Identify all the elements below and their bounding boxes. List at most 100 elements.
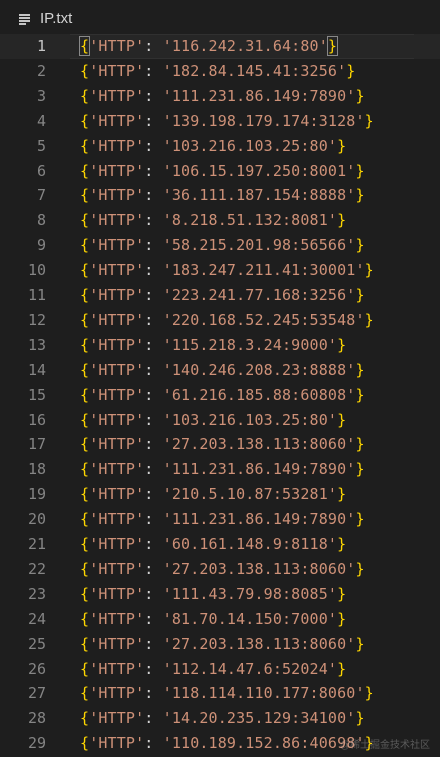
code-line[interactable]: 6 {'HTTP': '106.15.197.250:8001'}	[0, 159, 440, 184]
code-text: {'HTTP': '61.216.185.88:60808'}	[80, 383, 365, 408]
dict-key: 'HTTP'	[89, 609, 145, 628]
dict-value: '112.14.47.6:52024'	[162, 659, 338, 678]
code-line[interactable]: 21 {'HTTP': '60.161.148.9:8118'}	[0, 532, 440, 557]
open-brace: {	[80, 609, 90, 628]
dict-value: '182.84.145.41:3256'	[162, 61, 347, 80]
code-text: {'HTTP': '81.70.14.150:7000'}	[80, 607, 346, 632]
dict-key: 'HTTP'	[89, 460, 145, 479]
code-line[interactable]: 3 {'HTTP': '111.231.86.149:7890'}	[0, 84, 440, 109]
line-number: 18	[27, 460, 46, 479]
dict-key: 'HTTP'	[89, 485, 145, 504]
dict-key: 'HTTP'	[89, 310, 145, 329]
colon: :	[144, 111, 163, 130]
dict-key: 'HTTP'	[89, 211, 145, 230]
dict-value: '103.216.103.25:80'	[162, 410, 338, 429]
line-number: 15	[27, 385, 46, 404]
line-number: 3	[36, 86, 46, 105]
code-line[interactable]: 1 {'HTTP': '116.242.31.64:80'}	[0, 34, 440, 59]
open-brace: {	[80, 584, 90, 603]
close-brace: }	[355, 435, 365, 454]
code-line[interactable]: 15 {'HTTP': '61.216.185.88:60808'}	[0, 383, 440, 408]
dict-key: 'HTTP'	[89, 584, 145, 603]
code-text: {'HTTP': '112.14.47.6:52024'}	[80, 657, 346, 682]
open-brace: {	[80, 510, 90, 529]
code-line[interactable]: 26 {'HTTP': '112.14.47.6:52024'}	[0, 657, 440, 682]
open-brace: {	[80, 435, 90, 454]
dict-key: 'HTTP'	[89, 335, 145, 354]
dict-key: 'HTTP'	[89, 161, 145, 180]
code-line[interactable]: 18 {'HTTP': '111.231.86.149:7890'}	[0, 457, 440, 482]
code-line[interactable]: 24 {'HTTP': '81.70.14.150:7000'}	[0, 607, 440, 632]
close-brace: }	[355, 709, 365, 728]
code-line[interactable]: 2 {'HTTP': '182.84.145.41:3256'}	[0, 59, 440, 84]
dict-value: '111.231.86.149:7890'	[162, 460, 356, 479]
code-text: {'HTTP': '27.203.138.113:8060'}	[80, 432, 365, 457]
code-line[interactable]: 10 {'HTTP': '183.247.211.41:30001'}	[0, 258, 440, 283]
dict-key: 'HTTP'	[89, 136, 145, 155]
dict-key: 'HTTP'	[89, 111, 145, 130]
dict-value: '81.70.14.150:7000'	[162, 609, 338, 628]
colon: :	[144, 584, 163, 603]
code-line[interactable]: 25 {'HTTP': '27.203.138.113:8060'}	[0, 632, 440, 657]
code-line[interactable]: 17 {'HTTP': '27.203.138.113:8060'}	[0, 432, 440, 457]
code-line[interactable]: 4 {'HTTP': '139.198.179.174:3128'}	[0, 109, 440, 134]
dict-value: '110.189.152.86:40698'	[162, 734, 365, 753]
code-line[interactable]: 16 {'HTTP': '103.216.103.25:80'}	[0, 408, 440, 433]
colon: :	[144, 236, 163, 255]
colon: :	[144, 435, 163, 454]
dict-key: 'HTTP'	[89, 186, 145, 205]
code-text: {'HTTP': '103.216.103.25:80'}	[80, 134, 346, 159]
line-number: 22	[27, 559, 46, 578]
code-line[interactable]: 9 {'HTTP': '58.215.201.98:56566'}	[0, 233, 440, 258]
editor-window: IP.txt 1 {'HTTP': '116.242.31.64:80'} 2 {'H…	[0, 0, 440, 757]
tab-ip-txt[interactable]: IP.txt	[0, 0, 120, 34]
code-line[interactable]: 14 {'HTTP': '140.246.208.23:8888'}	[0, 358, 440, 383]
colon: :	[144, 559, 163, 578]
code-line[interactable]: 8 {'HTTP': '8.218.51.132:8081'}	[0, 208, 440, 233]
colon: :	[144, 460, 163, 479]
dict-value: '60.161.148.9:8118'	[162, 535, 338, 553]
dict-key: 'HTTP'	[89, 709, 145, 728]
line-number: 11	[27, 286, 46, 304]
code-text: {'HTTP': '118.114.110.177:8060'}	[80, 681, 374, 706]
dict-value: '103.216.103.25:80'	[162, 136, 338, 155]
dict-value: '27.203.138.113:8060'	[162, 435, 356, 454]
close-brace: }	[337, 584, 347, 603]
colon: :	[144, 61, 163, 80]
open-brace: {	[80, 61, 90, 80]
line-number: 10	[27, 261, 46, 280]
open-brace: {	[80, 360, 90, 379]
code-line[interactable]: 7 {'HTTP': '36.111.187.154:8888'}	[0, 183, 440, 208]
code-line[interactable]: 20 {'HTTP': '111.231.86.149:7890'}	[0, 507, 440, 532]
line-number: 29	[27, 734, 46, 753]
code-line[interactable]: 13 {'HTTP': '115.218.3.24:9000'}	[0, 333, 440, 358]
open-brace: {	[80, 709, 90, 728]
code-line[interactable]: 5 {'HTTP': '103.216.103.25:80'}	[0, 134, 440, 159]
code-line[interactable]: 19 {'HTTP': '210.5.10.87:53281'}	[0, 482, 440, 507]
code-line[interactable]: 22 {'HTTP': '27.203.138.113:8060'}	[0, 557, 440, 582]
open-brace: {	[80, 385, 90, 404]
dict-value: '116.242.31.64:80'	[162, 37, 328, 55]
colon: :	[144, 335, 163, 354]
code-area[interactable]: 1 {'HTTP': '116.242.31.64:80'} 2 {'HTTP': '…	[0, 34, 440, 757]
code-line[interactable]: 28 {'HTTP': '14.20.235.129:34100'}	[0, 706, 440, 731]
dict-value: '140.246.208.23:8888'	[162, 360, 356, 379]
code-line[interactable]: 11 {'HTTP': '223.241.77.168:3256'}	[0, 283, 440, 308]
line-number: 6	[36, 161, 46, 180]
colon: :	[144, 286, 163, 304]
dict-key: 'HTTP'	[89, 37, 145, 55]
code-line[interactable]: 12 {'HTTP': '220.168.52.245:53548'}	[0, 308, 440, 333]
dict-value: '111.231.86.149:7890'	[162, 510, 356, 529]
code-line[interactable]: 27 {'HTTP': '118.114.110.177:8060'}	[0, 681, 440, 706]
colon: :	[144, 634, 163, 653]
colon: :	[144, 684, 163, 703]
dict-value: '139.198.179.174:3128'	[162, 111, 365, 130]
code-text: {'HTTP': '27.203.138.113:8060'}	[80, 632, 365, 657]
close-brace: }	[346, 61, 356, 80]
code-text: {'HTTP': '182.84.145.41:3256'}	[80, 59, 355, 84]
line-number: 28	[27, 709, 46, 728]
close-brace: }	[337, 211, 347, 230]
code-line[interactable]: 23 {'HTTP': '111.43.79.98:8085'}	[0, 582, 440, 607]
dict-key: 'HTTP'	[89, 86, 145, 105]
dict-value: '27.203.138.113:8060'	[162, 634, 356, 653]
